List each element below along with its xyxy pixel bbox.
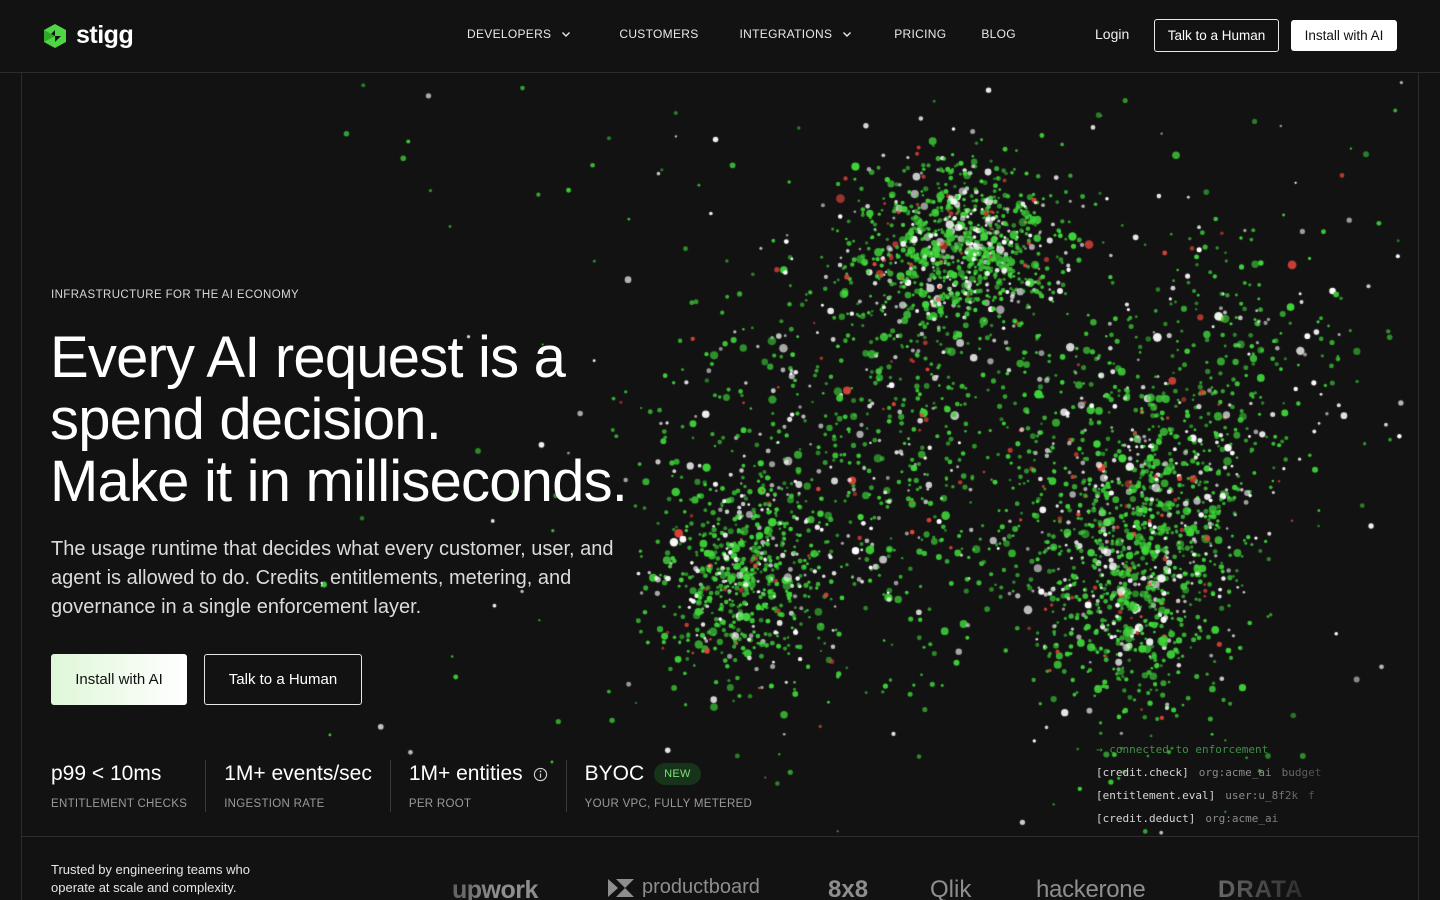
nav-integrations[interactable]: INTEGRATIONS <box>740 27 853 41</box>
productboard-icon <box>608 878 634 897</box>
section-divider <box>22 836 1418 837</box>
nav-developers-label: DEVELOPERS <box>467 27 552 41</box>
info-icon[interactable] <box>533 767 548 782</box>
stat-value-text: BYOC <box>584 762 645 785</box>
stat-latency: p99 < 10ms ENTITLEMENT CHECKS <box>51 760 207 812</box>
stat-label: INGESTION RATE <box>224 798 325 810</box>
terminal-cmd: [credit.check] <box>1096 766 1189 779</box>
terminal-line: [credit.deduct] org:acme_ai <box>1096 807 1396 830</box>
hero-headline: Every AI request is a spend decision. Ma… <box>50 327 750 513</box>
terminal-line: [credit.check] org:acme_ai budget <box>1096 761 1396 784</box>
main-nav: DEVELOPERS CUSTOMERS INTEGRATIONS PRICIN… <box>467 27 1016 41</box>
terminal-line: [entitlement.eval] user:u_8f2k f <box>1096 784 1396 807</box>
customer-logos: upwork productboard 8x8 Qlik hackerone D… <box>380 872 1340 900</box>
nav-developers[interactable]: DEVELOPERS <box>467 27 571 41</box>
terminal-status: → connected to enforcement <box>1096 743 1269 756</box>
terminal-arg: user:u_8f2k <box>1225 789 1299 802</box>
headline-line: Make it in milliseconds. <box>50 449 628 514</box>
stat-entities: 1M+ entities PER ROOT <box>409 760 567 812</box>
customer-logo-qlik: Qlik <box>930 876 972 900</box>
stigg-logo-icon <box>44 23 66 48</box>
hero-install-with-ai-button[interactable]: Install with AI <box>51 654 187 705</box>
stat-value: 1M+ entities <box>409 760 548 788</box>
stat-value: 1M+ events/sec <box>224 762 372 785</box>
nav-integrations-label: INTEGRATIONS <box>739 27 833 41</box>
nav-pricing[interactable]: PRICING <box>894 27 946 41</box>
customer-logo-productboard: productboard <box>608 876 760 899</box>
customer-logo-hackerone: hackerone <box>1036 876 1146 900</box>
headline-line: Every AI request is a <box>50 325 566 390</box>
stat-byoc: BYOC NEW YOUR VPC, FULLY METERED <box>585 760 771 812</box>
stats-row: p99 < 10ms ENTITLEMENT CHECKS 1M+ events… <box>51 760 788 812</box>
logo-wordmark: stigg <box>76 21 134 49</box>
terminal-arg: org:acme_ai <box>1205 812 1279 825</box>
terminal-cmd: [credit.deduct] <box>1096 812 1196 825</box>
terminal-arg: budget <box>1281 766 1322 779</box>
chevron-down-icon <box>562 32 571 37</box>
nav-customers-label: CUSTOMERS <box>619 27 699 41</box>
hero-talk-to-human-button[interactable]: Talk to a Human <box>204 654 362 705</box>
customer-logo-drata: DRATA <box>1218 876 1304 900</box>
install-with-ai-button[interactable]: Install with AI <box>1291 20 1397 51</box>
login-link[interactable]: Login <box>1095 26 1129 42</box>
customer-logo-8x8: 8x8 <box>828 876 869 900</box>
stat-value: p99 < 10ms <box>51 762 162 785</box>
stat-ingestion: 1M+ events/sec INGESTION RATE <box>224 760 391 812</box>
stat-label: YOUR VPC, FULLY METERED <box>584 798 753 810</box>
terminal-cmd: [entitlement.eval] <box>1096 789 1216 802</box>
nav-pricing-label: PRICING <box>894 27 947 41</box>
stat-label: ENTITLEMENT CHECKS <box>51 798 188 810</box>
customer-logo-upwork: upwork <box>452 876 538 900</box>
stat-value: BYOC NEW <box>585 760 753 788</box>
nav-customers[interactable]: CUSTOMERS <box>619 27 698 41</box>
chevron-down-icon <box>843 32 852 37</box>
nav-blog[interactable]: BLOG <box>981 27 1016 41</box>
hero-eyebrow: INFRASTRUCTURE FOR THE AI ECONOMY <box>51 289 300 301</box>
landing-page: stigg DEVELOPERS CUSTOMERS INTEGRATIONS … <box>0 0 1440 900</box>
stat-value-text: 1M+ entities <box>408 762 523 785</box>
talk-to-human-button[interactable]: Talk to a Human <box>1154 19 1279 52</box>
terminal-arg: org:acme_ai <box>1198 766 1272 779</box>
headline-line: spend decision. <box>50 387 442 452</box>
site-header: stigg DEVELOPERS CUSTOMERS INTEGRATIONS … <box>0 0 1440 73</box>
enforcement-terminal: → connected to enforcement [credit.check… <box>1096 738 1396 830</box>
customer-logo-productboard-text: productboard <box>642 876 760 898</box>
logo[interactable]: stigg <box>42 21 134 50</box>
hero-subhead: The usage runtime that decides what ever… <box>51 538 614 618</box>
nav-blog-label: BLOG <box>981 27 1016 41</box>
stat-label: PER ROOT <box>408 798 472 810</box>
new-badge: NEW <box>654 763 701 785</box>
terminal-arg: f <box>1308 789 1315 802</box>
trusted-by-text: Trusted by engineering teams who operate… <box>51 862 250 895</box>
